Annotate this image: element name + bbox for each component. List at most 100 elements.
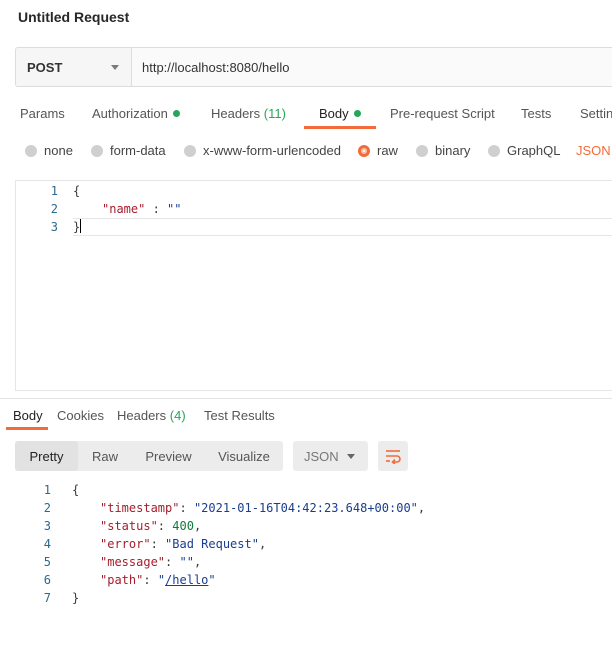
tab-pre-request-script[interactable]: Pre-request Script: [390, 106, 495, 121]
response-body-viewer[interactable]: 1 2 3 4 5 6 7 { "timestamp": "2021-01-16…: [15, 480, 612, 610]
radio-label: x-www-form-urlencoded: [203, 143, 341, 158]
radio-graphql[interactable]: GraphQL: [488, 143, 560, 158]
tab-response-headers[interactable]: Headers (4): [117, 408, 186, 423]
json-key: "error": [100, 537, 151, 551]
request-title[interactable]: Untitled Request: [18, 9, 129, 25]
method-select[interactable]: POST: [16, 48, 132, 86]
line-number: 5: [43, 555, 51, 569]
json-value: "Bad Request": [165, 537, 259, 551]
radio-binary[interactable]: binary: [416, 143, 470, 158]
wrap-lines-icon: [386, 450, 401, 464]
radio-circle-icon: [416, 144, 428, 157]
tab-label: Body: [319, 106, 349, 121]
radio-circle-icon: [91, 144, 103, 157]
view-preview-button[interactable]: Preview: [132, 441, 205, 471]
code-line: {: [72, 481, 79, 499]
radio-label: raw: [377, 143, 398, 158]
path-link[interactable]: /hello: [165, 573, 208, 587]
json-key: "timestamp": [100, 501, 180, 515]
code-line: }: [72, 589, 79, 607]
tab-authorization[interactable]: Authorization: [92, 106, 180, 121]
line-number: 7: [43, 591, 51, 605]
json-comma: ,: [193, 519, 202, 533]
json-quote: ": [208, 573, 216, 587]
tab-label: Cookies: [57, 408, 104, 423]
code-line: }: [73, 218, 82, 236]
json-key: "message": [100, 555, 166, 569]
line-number: 4: [43, 537, 51, 551]
json-value: "2021-01-16T04:42:23.648+00:00": [193, 501, 418, 515]
code-line: "status": 400,: [100, 519, 202, 533]
radio-circle-icon: [184, 144, 196, 157]
json-key: "path": [100, 573, 144, 587]
tab-headers[interactable]: Headers (11): [211, 106, 286, 121]
request-body-editor[interactable]: 1 2 3 { "name" : "" }: [15, 180, 612, 391]
json-sep: :: [145, 202, 168, 216]
view-raw-button[interactable]: Raw: [78, 441, 132, 471]
code-line: "timestamp": "2021-01-16T04:42:23.648+00…: [100, 501, 426, 515]
json-value: "": [179, 555, 194, 569]
status-dot-icon: [172, 110, 180, 117]
url-bar: POST http://localhost:8080/hello: [15, 47, 612, 87]
tab-label: Tests: [521, 106, 552, 121]
body-type-selector: none form-data x-www-form-urlencoded raw…: [0, 143, 612, 159]
view-mode-group: Pretty Raw Preview Visualize: [15, 441, 283, 471]
pane-divider[interactable]: [0, 398, 612, 399]
radio-x-www-form-urlencoded[interactable]: x-www-form-urlencoded: [184, 143, 341, 158]
radio-none[interactable]: none: [25, 143, 73, 158]
status-dot-icon: [353, 110, 361, 117]
tab-body[interactable]: Body: [319, 106, 361, 121]
active-tab-indicator: [6, 427, 48, 430]
current-line-highlight: [73, 218, 612, 236]
wrap-lines-button[interactable]: [378, 441, 408, 471]
tab-label: Body: [13, 408, 43, 423]
text-cursor: [80, 219, 82, 233]
format-label: JSON: [304, 448, 339, 464]
code-line: "path": "/hello": [100, 573, 216, 587]
tab-params[interactable]: Params: [20, 106, 65, 121]
line-number: 3: [43, 519, 51, 533]
radio-label: GraphQL: [507, 143, 561, 158]
tab-label: Test Results: [204, 408, 275, 423]
radio-label: form-data: [110, 143, 166, 158]
line-number: 2: [43, 501, 51, 515]
view-pretty-button[interactable]: Pretty: [15, 441, 78, 471]
brace: {: [73, 184, 81, 198]
brace: }: [73, 220, 81, 234]
url-input[interactable]: http://localhost:8080/hello: [132, 48, 612, 86]
brace: {: [72, 483, 80, 497]
tab-settings[interactable]: Settings: [580, 106, 612, 121]
request-tabs: Params Authorization Headers (11) Body P…: [0, 102, 612, 129]
line-number: 1: [50, 184, 58, 198]
tab-count: (4): [169, 408, 186, 423]
json-value: 400: [172, 519, 194, 533]
radio-label: none: [44, 143, 73, 158]
tab-label: Authorization: [92, 106, 168, 121]
radio-circle-icon: [488, 144, 500, 157]
active-tab-indicator: [304, 126, 376, 129]
radio-label: binary: [435, 143, 471, 158]
line-number: 3: [50, 220, 58, 234]
response-format-select[interactable]: JSON: [293, 441, 368, 471]
line-number: 6: [43, 573, 51, 587]
tab-label: Settings: [580, 106, 612, 121]
tab-count: (11): [263, 106, 286, 121]
tab-cookies[interactable]: Cookies: [57, 408, 104, 423]
code-line: {: [73, 182, 80, 200]
view-visualize-button[interactable]: Visualize: [205, 441, 283, 471]
response-tabs: Body Cookies Headers (4) Test Results: [0, 406, 612, 430]
json-key: "name": [102, 202, 146, 216]
radio-circle-icon: [25, 144, 37, 157]
json-value: "": [167, 202, 182, 216]
chevron-down-icon: [111, 64, 119, 70]
tab-response-body[interactable]: Body: [13, 408, 43, 423]
code-line: "error": "Bad Request",: [100, 537, 267, 551]
tab-tests[interactable]: Tests: [521, 106, 551, 121]
radio-form-data[interactable]: form-data: [91, 143, 166, 158]
tab-label: Headers: [117, 408, 167, 423]
json-comma: ,: [417, 501, 426, 515]
body-format-select[interactable]: JSON: [576, 143, 611, 158]
tab-test-results[interactable]: Test Results: [204, 408, 275, 423]
chevron-down-icon: [347, 453, 355, 459]
radio-raw[interactable]: raw: [358, 143, 398, 158]
